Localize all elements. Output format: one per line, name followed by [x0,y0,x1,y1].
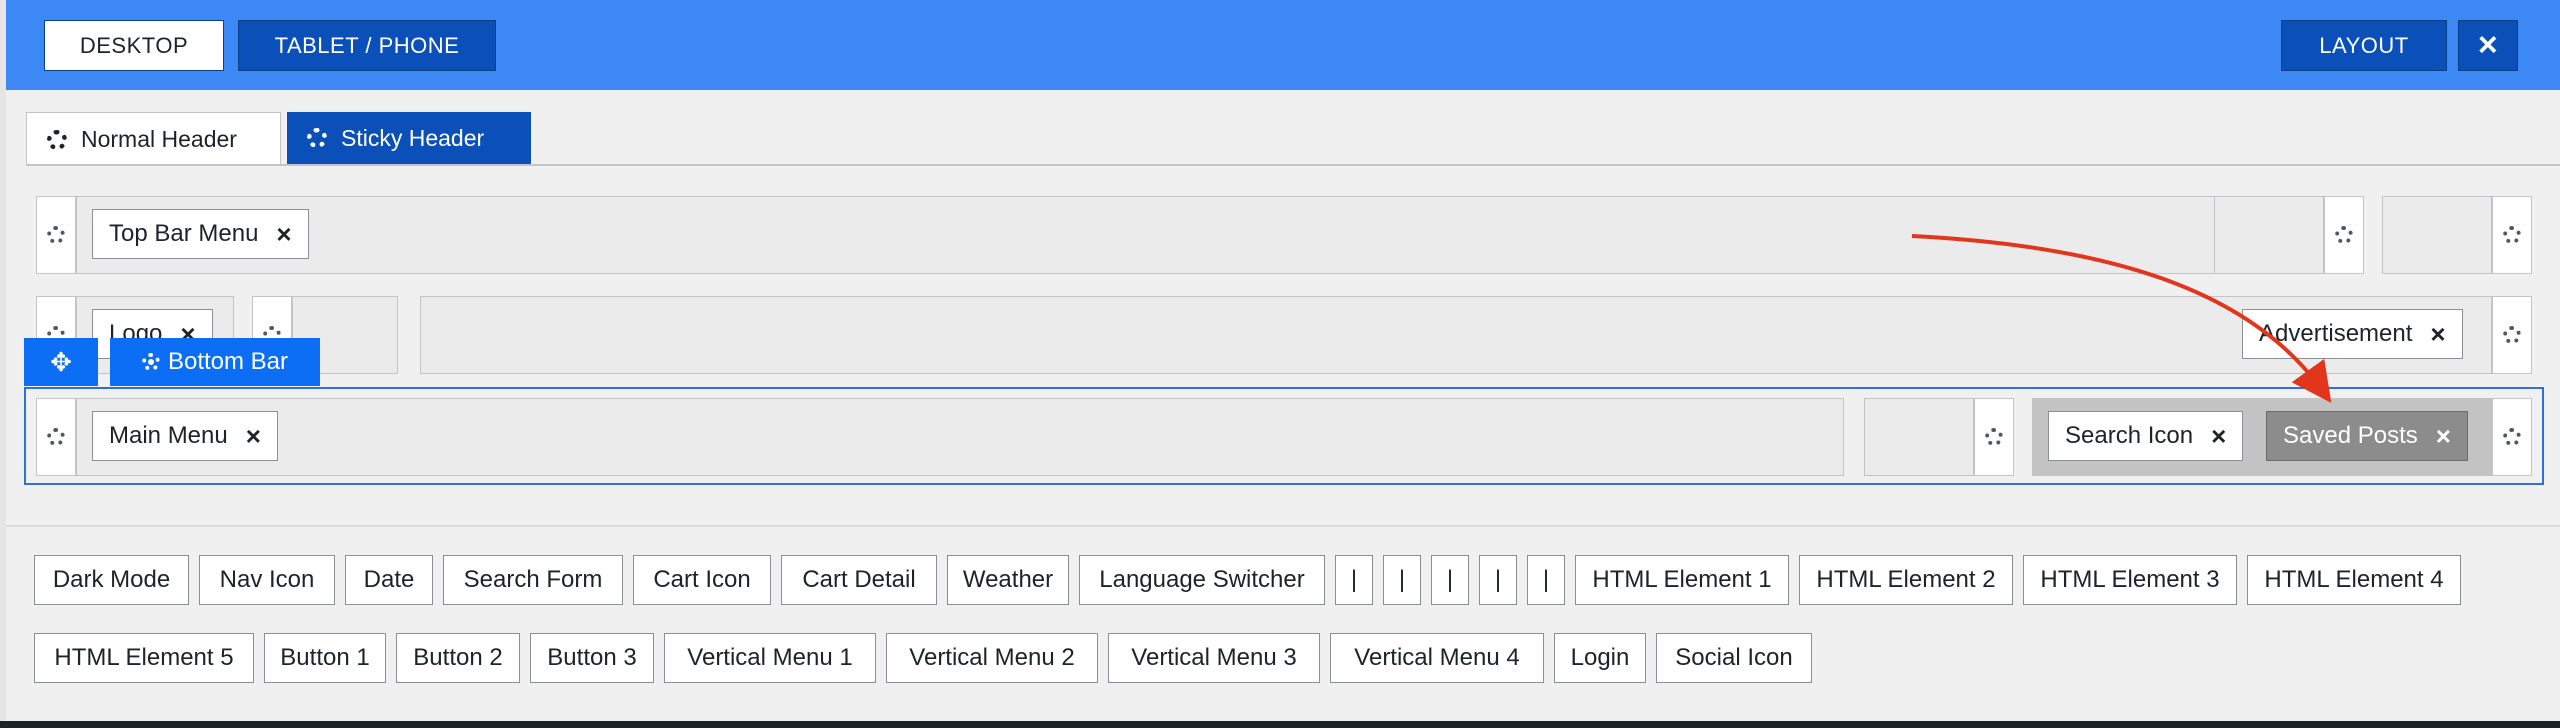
element-pool-item[interactable]: HTML Element 5 [34,633,254,683]
annotation-arrow [1911,234,2332,403]
section-divider [6,525,2560,527]
element-pool-item[interactable]: Login [1554,633,1646,683]
element-pool-item[interactable]: Button 1 [264,633,386,683]
element-pool-item[interactable]: Nav Icon [199,555,335,605]
element-pool-item[interactable]: | [1383,555,1421,605]
available-elements-row-2: HTML Element 5 Button 1 Button 2 Button 3 Ve… [34,633,2534,685]
element-pool-item[interactable]: Vertical Menu 1 [664,633,876,683]
element-pool-item[interactable]: | [1431,555,1469,605]
element-pool-item[interactable]: Language Switcher [1079,555,1325,605]
element-pool-item[interactable]: HTML Element 2 [1799,555,2013,605]
element-pool-item[interactable]: | [1335,555,1373,605]
element-pool-item[interactable]: Search Form [443,555,623,605]
header-builder: DESKTOP TABLET / PHONE LAYOUT × Normal H… [0,0,2560,728]
element-pool-item[interactable]: Weather [947,555,1069,605]
element-pool-item[interactable]: HTML Element 3 [2023,555,2237,605]
element-pool-item[interactable]: Cart Detail [781,555,937,605]
element-pool-item[interactable]: Button 2 [396,633,520,683]
element-pool-item[interactable]: Dark Mode [34,555,189,605]
element-pool-item[interactable]: HTML Element 4 [2247,555,2461,605]
element-pool-item[interactable]: Cart Icon [633,555,771,605]
element-pool-item[interactable]: Button 3 [530,633,654,683]
element-pool-item[interactable]: | [1479,555,1517,605]
element-pool-item[interactable]: HTML Element 1 [1575,555,1789,605]
element-pool-item[interactable]: Vertical Menu 4 [1330,633,1544,683]
element-pool-item[interactable]: | [1527,555,1565,605]
element-pool-item[interactable]: Vertical Menu 2 [886,633,1098,683]
element-pool-item[interactable]: Date [345,555,433,605]
available-elements-row-1: Dark Mode Nav Icon Date Search Form Cart Ico… [34,555,2534,607]
element-pool-item[interactable]: Vertical Menu 3 [1108,633,1320,683]
element-pool-item[interactable]: Social Icon [1656,633,1812,683]
window-bottom-edge [0,721,2560,728]
